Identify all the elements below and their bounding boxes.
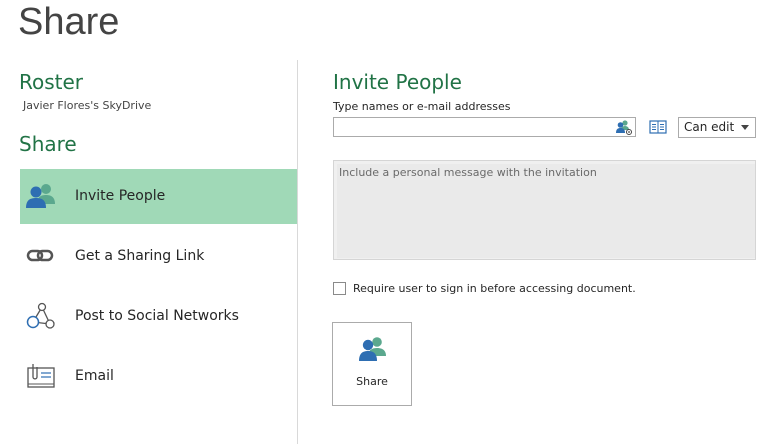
nav-item-email[interactable]: Email (20, 349, 297, 404)
nav-item-label: Get a Sharing Link (75, 248, 205, 264)
permission-dropdown[interactable]: Can edit (678, 117, 756, 138)
email-icon (24, 360, 58, 392)
share-section-heading: Share (19, 132, 77, 156)
invite-people-panel: Invite People Type names or e-mail addre… (332, 60, 763, 444)
personal-message-box (333, 160, 756, 260)
names-input-box (333, 117, 636, 139)
nav-item-get-sharing-link[interactable]: Get a Sharing Link (20, 229, 297, 284)
chevron-down-icon (741, 125, 749, 130)
address-book-icon[interactable] (649, 119, 667, 135)
invite-people-icon (356, 335, 390, 363)
nav-item-label: Post to Social Networks (75, 308, 239, 324)
nav-item-label: Invite People (75, 188, 166, 204)
permission-selected-value: Can edit (684, 120, 735, 134)
page-title: Share (18, 1, 120, 43)
invite-people-icon (24, 180, 58, 212)
names-field-label: Type names or e-mail addresses (333, 100, 511, 113)
document-location: Javier Flores's SkyDrive (23, 99, 152, 112)
nav-item-label: Email (75, 368, 114, 384)
left-pane: Roster Javier Flores's SkyDrive Share In… (0, 60, 298, 444)
panel-title: Invite People (333, 70, 462, 94)
check-names-icon[interactable] (615, 119, 633, 136)
document-name: Roster (19, 70, 84, 94)
link-icon (24, 240, 58, 272)
share-button[interactable]: Share (332, 322, 412, 406)
nav-item-post-to-social-networks[interactable]: Post to Social Networks (20, 289, 297, 344)
names-input[interactable] (334, 120, 612, 139)
personal-message-input[interactable] (337, 164, 755, 258)
nav-item-invite-people[interactable]: Invite People (20, 169, 297, 224)
require-signin-label: Require user to sign in before accessing… (353, 282, 636, 295)
require-signin-checkbox[interactable] (333, 282, 346, 295)
share-options-list: Invite People Get a Sharing Link Post to… (20, 169, 297, 409)
share-button-label: Share (356, 375, 388, 388)
social-network-icon (24, 300, 58, 332)
